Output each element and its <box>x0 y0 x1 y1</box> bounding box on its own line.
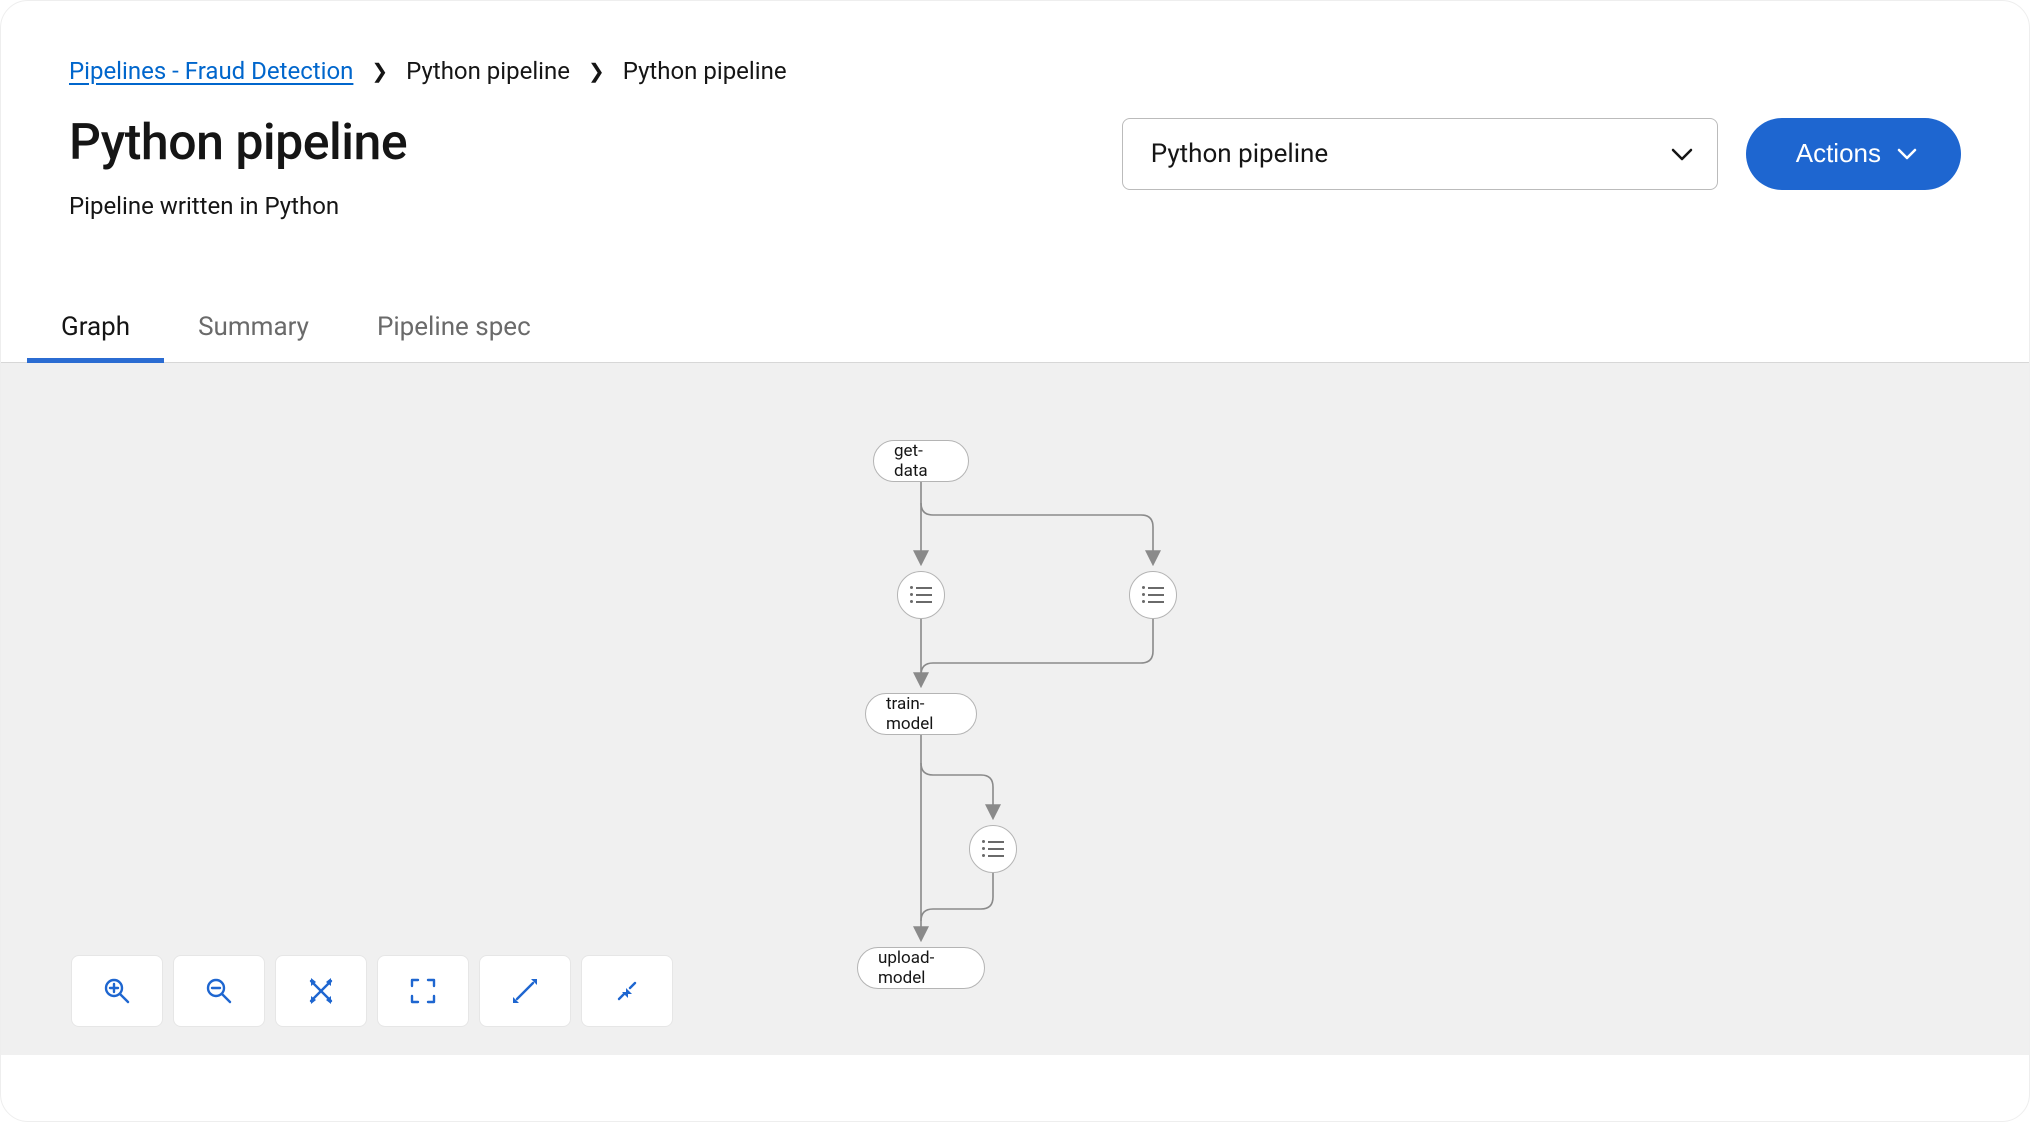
graph-node-train-model[interactable]: train-model <box>865 693 977 735</box>
pipeline-graph-canvas[interactable]: get-data train-model upload-model <box>1 363 2029 1055</box>
expand-button[interactable] <box>479 955 571 1027</box>
graph-node-label: upload-model <box>878 948 964 988</box>
collapse-button[interactable] <box>581 955 673 1027</box>
graph-toolbar <box>71 955 673 1027</box>
expand-icon <box>510 976 540 1006</box>
graph-node-label: get-data <box>894 441 948 481</box>
page-title: Python pipeline <box>69 114 1090 172</box>
actions-button-label: Actions <box>1796 138 1881 169</box>
list-icon <box>1142 587 1164 603</box>
list-icon <box>982 841 1004 857</box>
header-controls: Python pipeline Actions <box>1122 118 1961 190</box>
page-subtitle: Pipeline written in Python <box>69 192 1090 220</box>
graph-node-label: train-model <box>886 694 956 734</box>
pipeline-details-page: Pipelines - Fraud Detection ❯ Python pip… <box>0 0 2030 1122</box>
fit-icon <box>306 976 336 1006</box>
caret-down-icon <box>1897 148 1917 160</box>
pipeline-version-select[interactable]: Python pipeline <box>1122 118 1718 190</box>
chevron-right-icon: ❯ <box>371 59 388 83</box>
breadcrumb-leaf: Python pipeline <box>623 57 787 86</box>
breadcrumb-mid: Python pipeline <box>406 57 570 86</box>
breadcrumb: Pipelines - Fraud Detection ❯ Python pip… <box>1 1 2029 86</box>
tab-pipeline-spec[interactable]: Pipeline spec <box>373 300 535 362</box>
zoom-in-button[interactable] <box>71 955 163 1027</box>
title-block: Python pipeline Pipeline written in Pyth… <box>69 114 1090 220</box>
zoom-out-icon <box>204 976 234 1006</box>
fullscreen-button[interactable] <box>377 955 469 1027</box>
graph-edges <box>1 363 2029 1055</box>
collapse-icon <box>612 976 642 1006</box>
list-icon <box>910 587 932 603</box>
caret-down-icon <box>1671 139 1693 169</box>
fit-to-screen-button[interactable] <box>275 955 367 1027</box>
graph-node-get-data[interactable]: get-data <box>873 440 969 482</box>
fullscreen-icon <box>408 976 438 1006</box>
graph-artifact-node[interactable] <box>969 825 1017 873</box>
tab-summary[interactable]: Summary <box>194 300 313 362</box>
tab-graph[interactable]: Graph <box>57 300 134 362</box>
pipeline-version-select-value: Python pipeline <box>1151 139 1328 169</box>
graph-artifact-node[interactable] <box>1129 571 1177 619</box>
header-row: Python pipeline Pipeline written in Pyth… <box>1 86 2029 220</box>
breadcrumb-root-link[interactable]: Pipelines - Fraud Detection <box>69 57 353 86</box>
zoom-out-button[interactable] <box>173 955 265 1027</box>
chevron-right-icon: ❯ <box>588 59 605 83</box>
graph-artifact-node[interactable] <box>897 571 945 619</box>
actions-button[interactable]: Actions <box>1746 118 1961 190</box>
zoom-in-icon <box>102 976 132 1006</box>
tab-bar: Graph Summary Pipeline spec <box>1 300 2029 363</box>
graph-node-upload-model[interactable]: upload-model <box>857 947 985 989</box>
